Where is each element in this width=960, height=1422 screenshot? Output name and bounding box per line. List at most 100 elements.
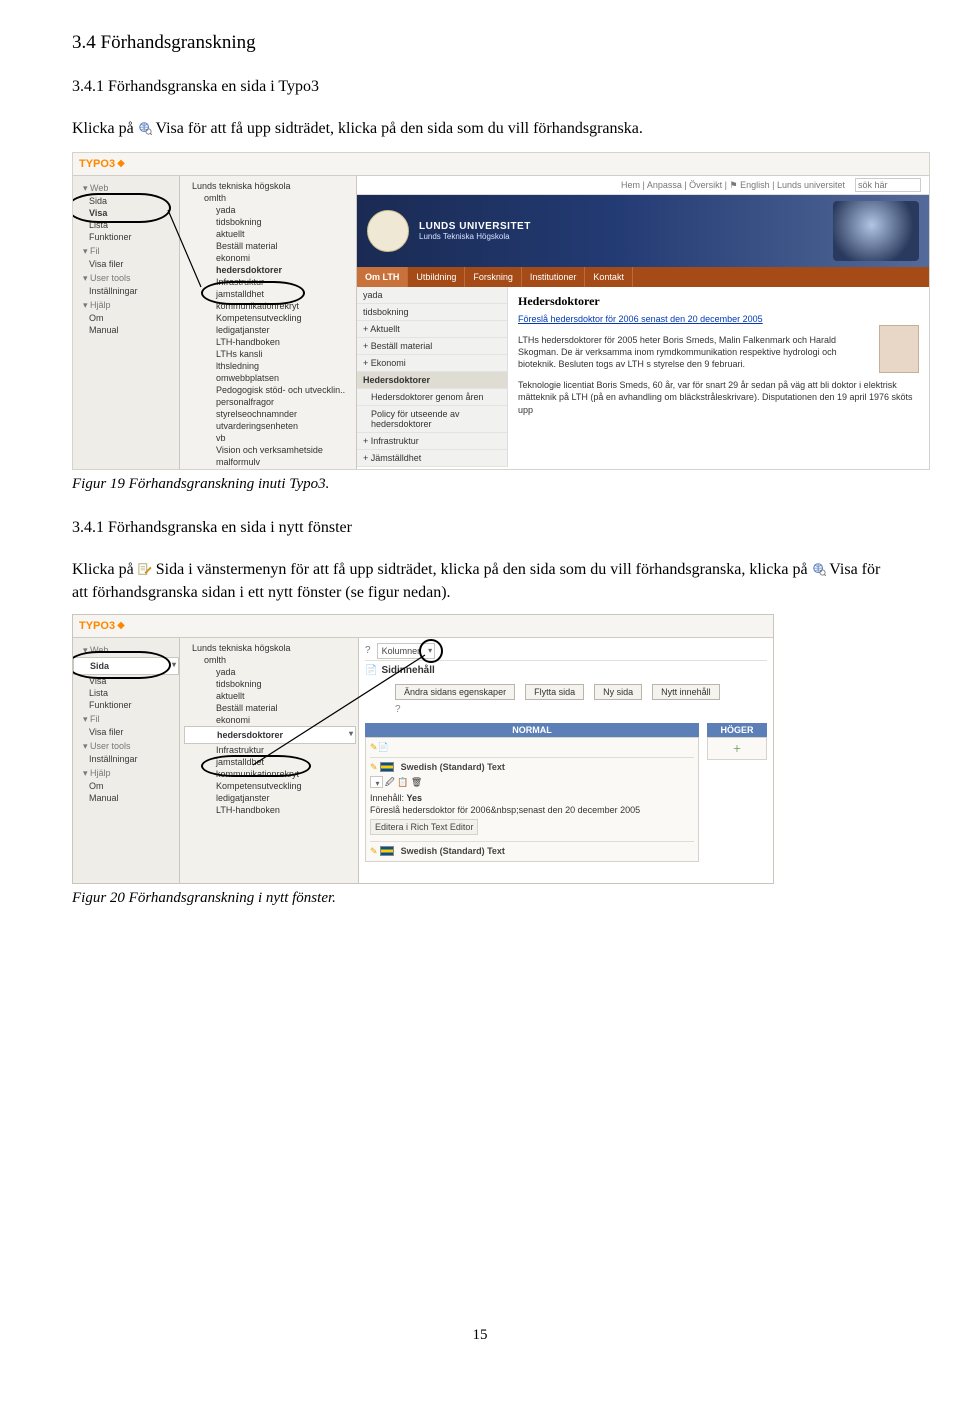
tree-root[interactable]: Lunds tekniska högskola — [184, 180, 354, 192]
nav-installningar[interactable]: Inställningar — [73, 285, 179, 297]
nav-visa-filer[interactable]: Visa filer — [73, 726, 179, 738]
nav-sida[interactable]: Sida — [73, 657, 179, 675]
tree-item[interactable]: tidsbokning — [184, 678, 356, 690]
nav-visa[interactable]: Visa — [73, 207, 179, 219]
sub-item[interactable]: + Beställ material — [357, 338, 507, 355]
paragraph-2: Klicka på Sida i vänstermenyn för att få… — [72, 559, 888, 604]
tree-item[interactable]: styrelseochnamnder — [184, 408, 354, 420]
article-link[interactable]: Föreslå hedersdoktor för 2006 senast den… — [518, 313, 919, 325]
tree-item[interactable]: tidsbokning — [184, 216, 354, 228]
nav-group-user: ▾ User tools — [73, 270, 179, 285]
dropdown-kolumner[interactable]: Kolumner — [377, 643, 436, 659]
tree-item[interactable]: vb — [184, 432, 354, 444]
sub-item[interactable]: tidsbokning — [357, 304, 507, 321]
tree-item[interactable]: jamstalldhet — [184, 756, 356, 768]
btn-editera-rte[interactable]: Editera i Rich Text Editor — [370, 819, 478, 835]
innehall-value: Yes — [407, 793, 423, 803]
sub-item[interactable]: yada — [357, 287, 507, 304]
sub-item[interactable]: Policy för utseende av hedersdoktorer — [357, 406, 507, 433]
sub-item[interactable]: + Jämställdhet — [357, 450, 507, 467]
tree-item[interactable]: lthsledning — [184, 360, 354, 372]
nav-lista[interactable]: Lista — [73, 687, 179, 699]
tree-item[interactable]: ekonomi — [184, 714, 356, 726]
tree-item[interactable]: yada — [184, 666, 356, 678]
tree-item[interactable]: Vision och verksamhetside — [184, 444, 354, 456]
swedish-flag-icon — [380, 762, 394, 772]
sub-hedersdoktorer[interactable]: Hedersdoktorer — [357, 372, 507, 389]
tree-item[interactable]: kommunikationrekryt — [184, 300, 354, 312]
tree-item[interactable]: omlth — [184, 192, 354, 204]
preview-toolbar: Hem | Anpassa | Översikt | ⚑ English | L… — [357, 176, 929, 195]
tab-institutioner[interactable]: Institutioner — [522, 267, 586, 287]
nav-manual[interactable]: Manual — [73, 324, 179, 336]
figure-caption-20: Figur 20 Förhandsgranskning i nytt fönst… — [72, 890, 888, 907]
tree-item[interactable]: Infrastruktur — [184, 744, 356, 756]
tree-item[interactable]: Infrastruktur — [184, 276, 354, 288]
btn-andra-egenskaper[interactable]: Ändra sidans egenskaper — [395, 684, 515, 700]
tree-item[interactable]: LTH-handboken — [184, 336, 354, 348]
uni-name: LUNDS UNIVERSITET — [419, 221, 531, 232]
tree-item[interactable]: Kompetensutveckling — [184, 780, 356, 792]
nav-installningar[interactable]: Inställningar — [73, 753, 179, 765]
btn-ny-sida[interactable]: Ny sida — [594, 684, 642, 700]
btn-nytt-innehall[interactable]: Nytt innehåll — [652, 684, 720, 700]
tree-item[interactable]: aktuellt — [184, 690, 356, 702]
tree-item[interactable]: Beställ material — [184, 240, 354, 252]
tree-item[interactable]: LTH-handboken — [184, 804, 356, 816]
tab-kontakt[interactable]: Kontakt — [585, 267, 633, 287]
ss2-tree: Lunds tekniska högskola omlth yada tidsb… — [180, 638, 359, 884]
typo3-logo: TYPO3 — [79, 158, 115, 170]
nav-lista[interactable]: Lista — [73, 219, 179, 231]
tree-item[interactable]: Kompetensutveckling — [184, 312, 354, 324]
preview-hero: LUNDS UNIVERSITET Lunds Tekniska Högskol… — [357, 195, 929, 267]
tab-om-lth[interactable]: Om LTH — [357, 267, 408, 287]
tree-item[interactable]: omlth — [184, 654, 356, 666]
sub-item[interactable]: Hedersdoktorer genom åren — [357, 389, 507, 406]
nav-manual[interactable]: Manual — [73, 792, 179, 804]
ss1-preview-pane: Hem | Anpassa | Översikt | ⚑ English | L… — [357, 176, 929, 470]
nav-group-fil: ▾ Fil — [73, 243, 179, 258]
article-p2: Teknologie licentiat Boris Smeds, 60 år,… — [518, 379, 919, 415]
nav-visa-filer[interactable]: Visa filer — [73, 258, 179, 270]
btn-flytta-sida[interactable]: Flytta sida — [525, 684, 584, 700]
nav-visa[interactable]: Visa — [73, 675, 179, 687]
tree-item[interactable]: ledigatjanster — [184, 792, 356, 804]
sub-item[interactable]: + Infrastruktur — [357, 433, 507, 450]
tree-item[interactable]: utvarderingsenheten — [184, 420, 354, 432]
hero-graphic — [833, 201, 919, 261]
tree-item[interactable]: LTHs kansli — [184, 348, 354, 360]
rec-title-line: Föreslå hedersdoktor för 2006&nbsp;senas… — [370, 805, 694, 815]
nav-funktioner[interactable]: Funktioner — [73, 699, 179, 711]
tree-item[interactable]: ekonomi — [184, 252, 354, 264]
tab-utbildning[interactable]: Utbildning — [408, 267, 465, 287]
tab-forskning[interactable]: Forskning — [465, 267, 522, 287]
tree-hedersdoktorer[interactable]: hedersdoktorer — [184, 726, 356, 744]
nav-funktioner[interactable]: Funktioner — [73, 231, 179, 243]
nav-om[interactable]: Om — [73, 312, 179, 324]
tree-item[interactable]: omwebbplatsen — [184, 372, 354, 384]
tree-item[interactable]: yada — [184, 204, 354, 216]
nav-om[interactable]: Om — [73, 780, 179, 792]
tree-item[interactable]: Beställ material — [184, 702, 356, 714]
tree-item[interactable]: aktuellt — [184, 228, 354, 240]
sub-item[interactable]: + Ekonomi — [357, 355, 507, 372]
heading-3-4-1b: 3.4.1 Förhandsgranska en sida i nytt fön… — [72, 519, 888, 537]
tree-item[interactable]: malformulv — [184, 456, 354, 468]
tree-item[interactable]: jamstalldhet — [184, 288, 354, 300]
nav-sida[interactable]: Sida — [73, 195, 179, 207]
rec-icons[interactable]: 🖉 📋 🗑 — [385, 777, 422, 787]
tree-item[interactable]: ledigatjanster — [184, 324, 354, 336]
innehall-label: Innehåll: — [370, 793, 404, 803]
tree-item[interactable]: Pedogogisk stöd- och utvecklin.. — [184, 384, 354, 396]
article-p1: LTHs hedersdoktorer för 2005 heter Boris… — [518, 334, 919, 370]
tree-hedersdoktorer[interactable]: hedersdoktorer — [184, 264, 354, 276]
tree-item[interactable]: personalfragor — [184, 396, 354, 408]
sel-icon[interactable] — [370, 776, 383, 788]
search-input[interactable] — [855, 178, 921, 192]
swedish-flag-icon — [380, 846, 394, 856]
crest-icon — [367, 210, 409, 252]
tree-item[interactable]: kommunikationrekryt — [184, 768, 356, 780]
tree-root[interactable]: Lunds tekniska högskola — [184, 642, 356, 654]
preview-links[interactable]: Hem | Anpassa | Översikt | ⚑ English | L… — [621, 180, 845, 190]
sub-item[interactable]: + Aktuellt — [357, 321, 507, 338]
